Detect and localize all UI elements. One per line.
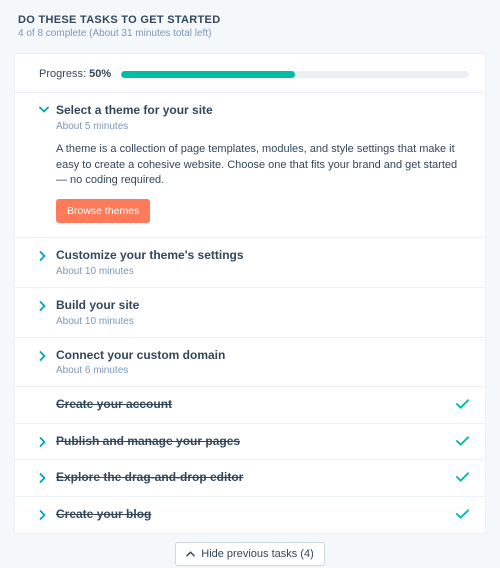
- task-row[interactable]: Explore the drag-and-drop editor: [15, 459, 485, 496]
- progress-percent: 50%: [89, 68, 111, 80]
- task-description: A theme is a collection of page template…: [56, 142, 469, 190]
- chevron-right-icon: [39, 507, 48, 520]
- hide-previous-button[interactable]: Hide previous tasks (4): [175, 542, 325, 566]
- task-row[interactable]: Customize your theme's settings About 10 …: [15, 237, 485, 287]
- check-icon: [456, 507, 469, 519]
- check-icon: [456, 434, 469, 446]
- task-title: Build your site: [56, 298, 469, 314]
- task-time: About 6 minutes: [56, 365, 469, 376]
- check-icon: [456, 397, 469, 409]
- chevron-right-icon: [39, 470, 48, 483]
- chevron-right-icon: [39, 248, 48, 261]
- page-header: DO THESE TASKS TO GET STARTED 4 of 8 com…: [0, 0, 500, 49]
- task-title: Explore the drag-and-drop editor: [56, 470, 448, 486]
- task-body: Connect your custom domainAbout 6 minute…: [56, 348, 469, 377]
- task-body: Customize your theme's settings About 10 …: [56, 248, 469, 277]
- chevron-up-icon: [186, 551, 195, 557]
- chevron-right-icon: [39, 434, 48, 447]
- task-title: Create your account: [56, 397, 448, 413]
- progress-track: [121, 71, 469, 78]
- progress-row: Progress: 50%: [15, 54, 485, 92]
- task-row[interactable]: Select a theme for your site About 5 minu…: [15, 92, 485, 237]
- chevron-right-icon: [39, 397, 48, 400]
- progress-label: Progress: 50%: [39, 68, 111, 80]
- task-row[interactable]: Create your blog: [15, 496, 485, 533]
- browse-themes-button[interactable]: Browse themes: [56, 199, 150, 223]
- task-row[interactable]: Publish and manage your pages: [15, 423, 485, 460]
- task-title: Create your blog: [56, 507, 448, 523]
- task-body: Create your blog: [56, 507, 448, 523]
- task-title: Connect your custom domain: [56, 348, 469, 364]
- task-body: Publish and manage your pages: [56, 434, 448, 450]
- tasks-card: Progress: 50% Select a theme for your si…: [14, 53, 486, 534]
- task-title: Customize your theme's settings: [56, 248, 469, 264]
- task-body: Build your site About 10 minutes: [56, 298, 469, 327]
- task-time: About 5 minutes: [56, 121, 469, 132]
- hide-previous-label: Hide previous tasks (4): [201, 548, 314, 560]
- progress-label-prefix: Progress:: [39, 68, 89, 80]
- task-list: Select a theme for your site About 5 minu…: [15, 92, 485, 533]
- task-time: About 10 minutes: [56, 266, 469, 277]
- task-row[interactable]: Create your account: [15, 386, 485, 423]
- task-body: Select a theme for your site About 5 minu…: [56, 103, 469, 223]
- task-title: Publish and manage your pages: [56, 434, 448, 450]
- check-icon: [456, 470, 469, 482]
- chevron-right-icon: [39, 348, 48, 361]
- task-body: Create your account: [56, 397, 448, 413]
- page-title: DO THESE TASKS TO GET STARTED: [18, 14, 482, 26]
- task-row[interactable]: Build your site About 10 minutes: [15, 287, 485, 337]
- page-subtitle: 4 of 8 complete (About 31 minutes total …: [18, 28, 482, 39]
- task-title: Select a theme for your site: [56, 103, 469, 119]
- task-row[interactable]: Connect your custom domainAbout 6 minute…: [15, 337, 485, 387]
- chevron-right-icon: [39, 298, 48, 311]
- chevron-down-icon: [39, 103, 48, 113]
- progress-fill: [121, 71, 295, 78]
- hide-previous-row: Hide previous tasks (4): [0, 534, 500, 568]
- task-body: Explore the drag-and-drop editor: [56, 470, 448, 486]
- task-time: About 10 minutes: [56, 316, 469, 327]
